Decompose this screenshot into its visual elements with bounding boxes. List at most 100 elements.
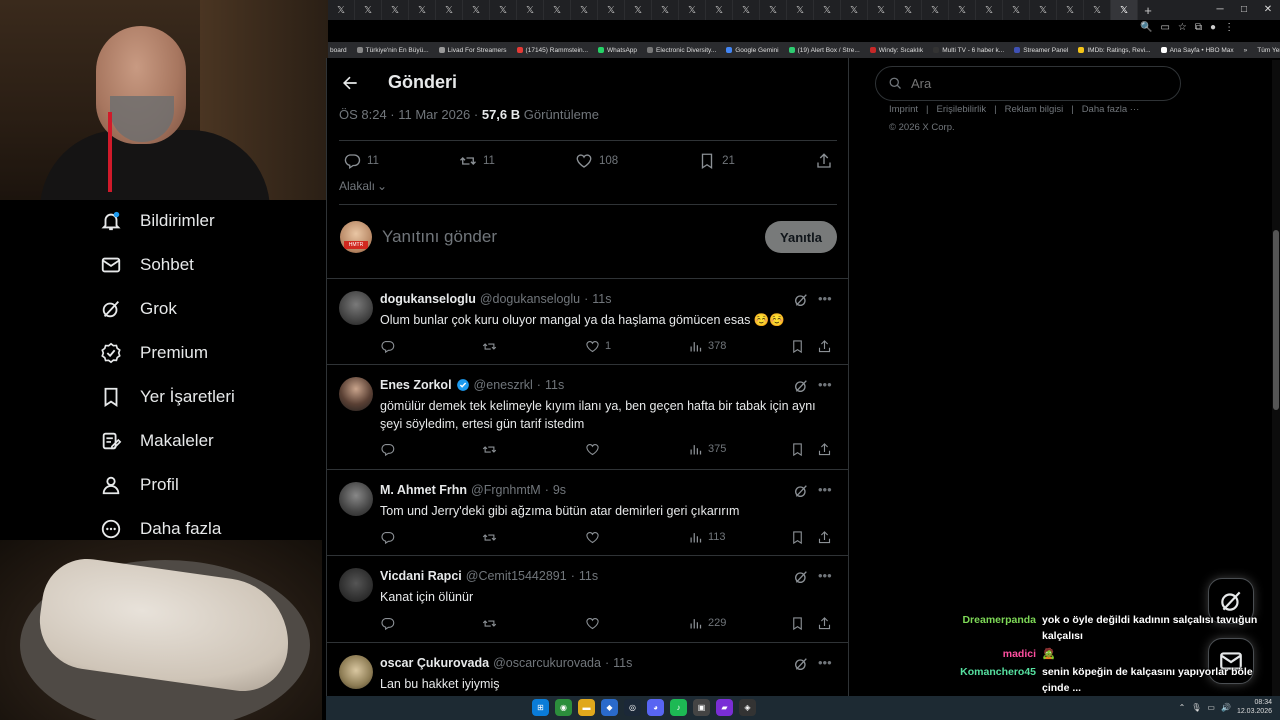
bookmark-item[interactable]: Ana Sayfa • HBO Max xyxy=(1160,47,1234,54)
bookmark-item[interactable]: board xyxy=(330,47,347,54)
search-box[interactable] xyxy=(875,66,1181,101)
reply-action[interactable] xyxy=(380,616,400,631)
folder-icon[interactable]: ▬ xyxy=(578,699,595,716)
browser-tab[interactable]: 𝕏 xyxy=(517,0,544,20)
author-handle[interactable]: @FrgnhmtM xyxy=(471,483,541,497)
share-action[interactable] xyxy=(815,152,833,170)
author-name[interactable]: Vicdani Rapci xyxy=(380,569,462,583)
bookmark-action[interactable] xyxy=(790,339,805,354)
tray-chevron-icon[interactable]: ⌃ xyxy=(1179,703,1186,712)
browser-tab[interactable]: 𝕏 xyxy=(733,0,760,20)
extensions-icon[interactable]: ⧉ xyxy=(1195,22,1202,40)
grok-icon[interactable] xyxy=(793,656,809,672)
spotify-icon[interactable]: ♪ xyxy=(670,699,687,716)
author-handle[interactable]: @Cemit15442891 xyxy=(466,569,567,583)
volume-icon[interactable]: 🔊 xyxy=(1221,703,1231,712)
browser-tab[interactable]: 𝕏 xyxy=(652,0,679,20)
windows-start-icon[interactable]: ⊞ xyxy=(532,699,549,716)
profile-icon[interactable]: ● xyxy=(1210,22,1216,40)
close-icon[interactable]: ✕ xyxy=(1256,0,1280,20)
bookmark-item[interactable]: (19) Alert Box / Stre... xyxy=(788,47,860,54)
reply-time[interactable]: 9s xyxy=(553,483,566,497)
grok-icon[interactable] xyxy=(793,569,809,585)
like-action[interactable]: 108 xyxy=(575,152,618,170)
browser-tab[interactable]: 𝕏 xyxy=(409,0,436,20)
views-action[interactable]: 113 xyxy=(688,530,726,545)
avatar[interactable] xyxy=(339,482,373,516)
menu-icon[interactable]: ⋮ xyxy=(1224,22,1234,40)
chrome-icon[interactable]: ◉ xyxy=(555,699,572,716)
browser-tab[interactable]: 𝕏 xyxy=(625,0,652,20)
sort-dropdown[interactable]: Alakalı ⌄ xyxy=(339,179,387,193)
all-bookmarks-folder[interactable]: Tüm Yer İşaretleri xyxy=(1257,47,1280,54)
maximize-icon[interactable]: □ xyxy=(1232,0,1256,20)
nav-item-grok[interactable]: Grok xyxy=(100,294,177,324)
browser-tab[interactable]: 𝕏 xyxy=(1030,0,1057,20)
browser-tab[interactable]: 𝕏 xyxy=(679,0,706,20)
footer-link[interactable]: Imprint xyxy=(889,104,918,115)
author-name[interactable]: Enes Zorkol xyxy=(380,378,452,392)
browser-tab[interactable]: 𝕏 xyxy=(436,0,463,20)
reply-time[interactable]: 11s xyxy=(613,656,632,670)
browser-tab[interactable]: 𝕏 xyxy=(814,0,841,20)
app-icon[interactable]: ◆ xyxy=(601,699,618,716)
back-button[interactable] xyxy=(339,72,361,94)
browser-tab[interactable]: 𝕏 xyxy=(949,0,976,20)
browser-tab[interactable]: 𝕏 xyxy=(706,0,733,20)
nav-item-bildirimler[interactable]: Bildirimler xyxy=(100,206,215,236)
browser-tab[interactable]: 𝕏 xyxy=(1057,0,1084,20)
more-options-icon[interactable]: ••• xyxy=(818,482,832,497)
avatar[interactable] xyxy=(339,655,373,689)
share-action[interactable] xyxy=(817,339,832,354)
reply-time[interactable]: 11s xyxy=(592,292,611,306)
browser-tab[interactable]: 𝕏 xyxy=(328,0,355,20)
browser-tab[interactable]: 𝕏 xyxy=(355,0,382,20)
bookmark-item[interactable]: Türkiye'nin En Büyü... xyxy=(356,47,429,54)
bookmark-item[interactable]: Multi TV - 6 haber k... xyxy=(933,47,1004,54)
reply-input[interactable]: Yanıtını gönder xyxy=(382,227,497,247)
more-options-icon[interactable]: ••• xyxy=(818,568,832,583)
cast-icon[interactable]: ▭ xyxy=(1160,22,1169,40)
browser-tab[interactable]: 𝕏 xyxy=(760,0,787,20)
browser-tab[interactable]: 𝕏 xyxy=(895,0,922,20)
reply-action[interactable] xyxy=(380,530,400,545)
reply-time[interactable]: 11s xyxy=(579,569,598,583)
nav-item-yer-i̇şaretleri[interactable]: Yer İşaretleri xyxy=(100,382,235,412)
app-icon[interactable]: ▣ xyxy=(693,699,710,716)
bookmark-item[interactable]: IMDb: Ratings, Revi... xyxy=(1078,47,1151,54)
reply-item[interactable]: M. Ahmet Frhn @FrgnhmtM · 9s ••• Tom und Jerr… xyxy=(327,469,848,555)
bookmark-action[interactable] xyxy=(790,616,805,631)
grok-icon[interactable] xyxy=(793,378,809,394)
bookmark-action[interactable] xyxy=(790,442,805,457)
browser-tab[interactable]: 𝕏 xyxy=(1084,0,1111,20)
browser-tab[interactable]: 𝕏 xyxy=(976,0,1003,20)
repost-action[interactable] xyxy=(482,442,502,457)
browser-tab[interactable]: 𝕏 xyxy=(922,0,949,20)
repost-action[interactable] xyxy=(482,530,502,545)
zoom-icon[interactable]: 🔍 xyxy=(1140,22,1152,40)
discord-icon[interactable]: ◕ xyxy=(647,699,664,716)
author-handle[interactable]: @eneszrkl xyxy=(474,378,533,392)
bookmark-item[interactable]: Electronic Diversity... xyxy=(647,47,716,54)
avatar[interactable] xyxy=(339,568,373,602)
steam-icon[interactable]: ◎ xyxy=(624,699,641,716)
reply-item[interactable]: Enes Zorkol @eneszrkl · 11s ••• gömülür demek… xyxy=(327,364,848,469)
bookmarks-more-button[interactable]: » xyxy=(1244,47,1248,54)
bookmark-item[interactable]: WhatsApp xyxy=(598,47,637,54)
avatar[interactable] xyxy=(339,377,373,411)
footer-link[interactable]: Daha fazla ··· xyxy=(1082,104,1140,115)
like-action[interactable] xyxy=(585,442,605,457)
repost-action[interactable]: 11 xyxy=(459,152,495,170)
share-action[interactable] xyxy=(817,530,832,545)
app-icon[interactable]: ◈ xyxy=(739,699,756,716)
nav-item-premium[interactable]: Premium xyxy=(100,338,208,368)
star-icon[interactable]: ☆ xyxy=(1178,22,1187,40)
browser-tab[interactable]: 𝕏 xyxy=(1003,0,1030,20)
reply-item[interactable]: dogukanseloglu @dogukanseloglu · 11s ••• Olum… xyxy=(327,278,848,364)
author-name[interactable]: oscar Çukurovada xyxy=(380,656,489,670)
repost-action[interactable] xyxy=(482,616,502,631)
browser-tab[interactable]: 𝕏 xyxy=(382,0,409,20)
more-options-icon[interactable]: ••• xyxy=(818,291,832,306)
grok-icon[interactable] xyxy=(793,292,809,308)
nav-item-sohbet[interactable]: Sohbet xyxy=(100,250,194,280)
